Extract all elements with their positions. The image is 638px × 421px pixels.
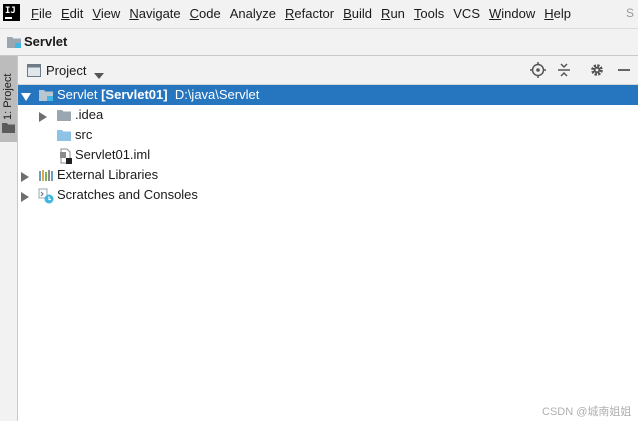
collapse-all-icon[interactable] bbox=[556, 62, 572, 78]
tree-node-iml-label: Servlet01.iml bbox=[75, 147, 151, 162]
menu-items: File Edit View Navigate Code Analyze Ref… bbox=[31, 6, 580, 21]
menu-edit[interactable]: Edit bbox=[61, 6, 83, 21]
menu-view[interactable]: View bbox=[92, 6, 120, 21]
tree-node-scratches-label: Scratches and Consoles bbox=[57, 187, 198, 202]
tree-node-src[interactable]: src bbox=[18, 125, 638, 145]
scratches-icon bbox=[38, 188, 54, 207]
project-tool-tab[interactable]: 1: Project bbox=[0, 56, 17, 142]
minimize-icon[interactable] bbox=[616, 62, 632, 78]
tree-node-idea-label: .idea bbox=[75, 107, 104, 122]
expanded-arrow-icon[interactable] bbox=[21, 90, 31, 105]
tree-node-external-libraries[interactable]: External Libraries bbox=[18, 165, 638, 185]
libraries-icon bbox=[38, 168, 54, 185]
menu-analyze[interactable]: Analyze bbox=[230, 6, 276, 21]
project-view-selector[interactable]: Project bbox=[46, 63, 86, 78]
folder-icon bbox=[56, 108, 72, 125]
navigation-bar: Servlet bbox=[0, 28, 638, 56]
menu-file[interactable]: File bbox=[31, 6, 52, 21]
tree-node-src-label: src bbox=[75, 127, 93, 142]
menu-refactor[interactable]: Refactor bbox=[285, 6, 334, 21]
project-tool-tab-label: 1: Project bbox=[2, 73, 14, 120]
chevron-down-icon[interactable] bbox=[94, 67, 104, 82]
menu-run[interactable]: Run bbox=[381, 6, 405, 21]
menu-tools[interactable]: Tools bbox=[414, 6, 444, 21]
collapsed-arrow-icon[interactable] bbox=[21, 190, 29, 205]
menu-help[interactable]: Help bbox=[544, 6, 571, 21]
module-folder-icon bbox=[38, 88, 54, 105]
tree-node-idea[interactable]: .idea bbox=[18, 105, 638, 125]
collapsed-arrow-icon[interactable] bbox=[39, 110, 47, 125]
collapsed-arrow-icon[interactable] bbox=[21, 170, 29, 185]
tree-node-scratches[interactable]: Scratches and Consoles bbox=[18, 185, 638, 205]
menu-window[interactable]: Window bbox=[489, 6, 535, 21]
project-view-icon bbox=[27, 64, 41, 80]
folder-icon bbox=[2, 121, 15, 136]
left-tool-strip: 1: Project bbox=[0, 56, 18, 421]
tree-node-root-label: Servlet [Servlet01] D:\java\Servlet bbox=[57, 87, 260, 102]
project-folder-icon bbox=[6, 35, 22, 52]
project-panel: Project Servlet [Servlet01] D:\java\Serv… bbox=[18, 56, 638, 421]
tree-node-iml[interactable]: Servlet01.iml bbox=[18, 145, 638, 165]
intellij-logo-icon: IJ bbox=[3, 4, 20, 21]
watermark: CSDN @城南姐姐 bbox=[542, 406, 632, 418]
project-panel-header: Project bbox=[18, 56, 638, 85]
tree-node-external-libraries-label: External Libraries bbox=[57, 167, 159, 182]
locate-icon[interactable] bbox=[530, 62, 546, 78]
menu-overflow-text: S bbox=[626, 6, 635, 20]
breadcrumb-project[interactable]: Servlet bbox=[24, 34, 67, 49]
settings-icon[interactable] bbox=[589, 62, 605, 78]
menu-build[interactable]: Build bbox=[343, 6, 372, 21]
source-folder-icon bbox=[56, 128, 72, 145]
tree-node-root[interactable]: Servlet [Servlet01] D:\java\Servlet bbox=[18, 85, 638, 105]
menu-navigate[interactable]: Navigate bbox=[129, 6, 180, 21]
menu-bar: IJ File Edit View Navigate Code Analyze … bbox=[0, 0, 638, 28]
menu-vcs[interactable]: VCS bbox=[453, 6, 480, 21]
menu-code[interactable]: Code bbox=[190, 6, 221, 21]
